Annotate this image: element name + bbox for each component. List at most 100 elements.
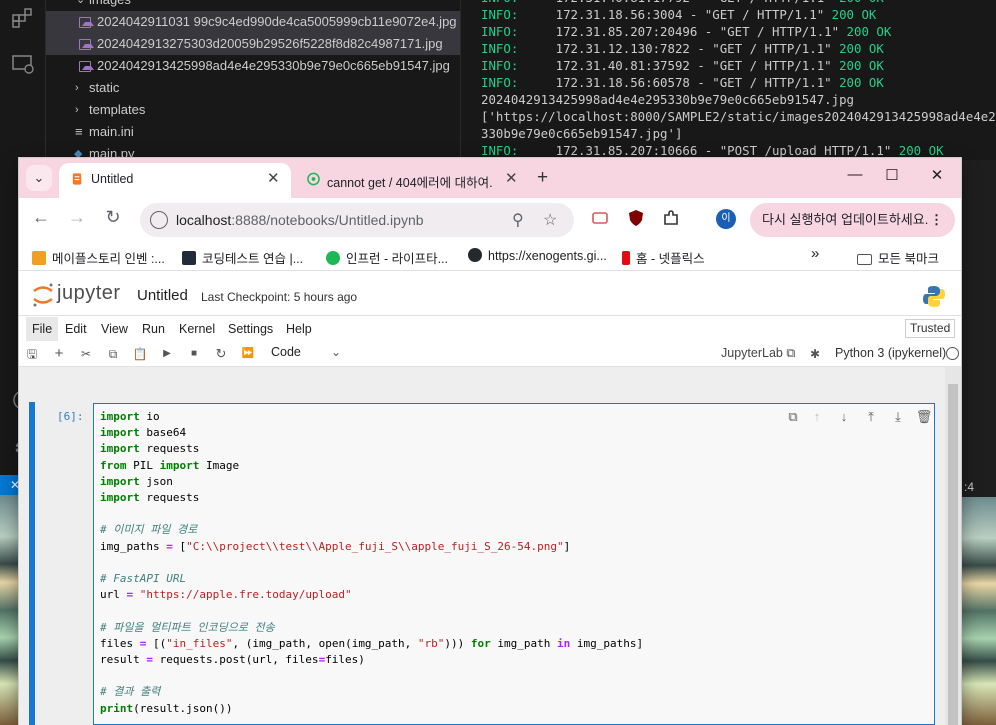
back-button[interactable]: ←: [29, 207, 53, 228]
terminal-line: INFO: 172.31.85.207:10666 - "POST /uploa…: [481, 142, 944, 159]
cut-icon[interactable]: ✂: [77, 345, 95, 363]
more-menu-icon[interactable]: ⋮: [930, 203, 943, 237]
bookmark-item[interactable]: https://xenogents.gi...: [468, 248, 607, 263]
code-token: , (img_path, open(img_path,: [232, 636, 418, 650]
debugger-bug-icon[interactable]: ✱: [806, 345, 824, 363]
restart-icon[interactable]: ↻: [212, 345, 230, 363]
jupyter-header: jupyter Untitled Last Checkpoint: 5 hour…: [19, 272, 961, 316]
tree-file-image-2[interactable]: 2024042913275303d20059b29526f5228f8d82c4…: [46, 33, 460, 55]
url-text[interactable]: localhost:8888/notebooks/Untitled.ipynb: [176, 212, 424, 228]
bookmark-item[interactable]: 메이플스토리 인벤 :...: [32, 248, 165, 267]
code-line: # 이미지 파일 경로: [100, 522, 197, 538]
background-game-image-left: [0, 495, 19, 725]
menu-run[interactable]: Run: [136, 317, 171, 341]
tab-untitled[interactable]: Untitled ✕: [59, 163, 291, 198]
menu-file[interactable]: File: [26, 317, 59, 341]
notebook-scrollbar[interactable]: [945, 367, 961, 725]
move-up-icon[interactable]: ↑: [808, 409, 826, 424]
close-tab-icon[interactable]: ✕: [505, 169, 518, 187]
terminal-line: ['https://localhost:8000/SAMPLE2/static/…: [481, 108, 996, 125]
site-info-icon[interactable]: [150, 211, 168, 229]
close-tab-icon[interactable]: ✕: [267, 169, 280, 187]
menu-kernel[interactable]: Kernel: [173, 317, 221, 341]
log-text: 2024042913425998ad4e4e295330b9e79e0c665e…: [481, 92, 854, 107]
code-token: requests: [139, 442, 200, 456]
insert-below-icon[interactable]: ⤓: [889, 409, 907, 425]
save-icon[interactable]: 🖫: [23, 345, 41, 363]
add-cell-icon[interactable]: +: [50, 345, 68, 363]
close-window-button[interactable]: ✕: [927, 166, 947, 184]
code-token: for: [470, 636, 491, 650]
update-relaunch-button[interactable]: 다시 실행하여 업데이트하세요. ⋮: [750, 203, 955, 237]
code-token: import: [100, 410, 140, 423]
bookmark-item[interactable]: 홈 - 넷플릭스: [622, 248, 705, 267]
cell-collapser[interactable]: [29, 402, 35, 725]
menu-help[interactable]: Help: [280, 317, 318, 341]
jupyter-logo-icon[interactable]: [31, 282, 55, 308]
forward-button[interactable]: →: [65, 207, 89, 228]
zoom-search-icon[interactable]: ⚲: [512, 210, 524, 230]
bookmark-star-icon[interactable]: ☆: [543, 210, 557, 230]
extensions-icon[interactable]: [11, 6, 35, 30]
scrollbar-thumb[interactable]: [948, 384, 958, 725]
code-line: import requests: [100, 490, 199, 506]
move-down-icon[interactable]: ↓: [835, 409, 853, 424]
tab-404-post[interactable]: cannot get / 404에러에 대하여. ✕: [295, 163, 527, 198]
run-icon[interactable]: ▶: [158, 345, 176, 363]
tree-folder-images[interactable]: ⌄ images: [46, 0, 460, 11]
code-token: # FastAPI URL: [100, 572, 187, 585]
profile-avatar[interactable]: 이: [716, 209, 736, 229]
address-bar[interactable]: localhost:8888/notebooks/Untitled.ipynb …: [140, 203, 574, 237]
bookmark-item[interactable]: 코딩테스트 연습 |...: [182, 248, 303, 267]
trusted-indicator[interactable]: Trusted: [905, 319, 956, 338]
bookmark-item[interactable]: 인프런 - 라이프타...: [326, 248, 448, 267]
code-token: url: [100, 588, 127, 602]
terminal-line: INFO: 172.31.40.81:37592 - "GET / HTTP/1…: [481, 57, 884, 74]
vscode-explorer: ⌄ images 2024042911031 99c9c4ed990de4ca5…: [46, 0, 460, 161]
menu-view[interactable]: View: [95, 317, 134, 341]
code-line: import json: [100, 474, 173, 490]
tree-file-image-3[interactable]: 2024042913425998ad4e4e295330b9e79e0c665e…: [46, 55, 460, 77]
reload-button[interactable]: ↻: [101, 207, 125, 228]
minimize-button[interactable]: —: [845, 166, 865, 183]
cell-type-select[interactable]: Code: [271, 345, 301, 359]
stop-icon[interactable]: ■: [185, 345, 203, 363]
tree-folder-static[interactable]: › static: [46, 77, 460, 99]
bookmarks-overflow-button[interactable]: »: [811, 245, 819, 262]
duplicate-cell-icon[interactable]: ⧉: [784, 409, 802, 425]
insert-above-icon[interactable]: ⤒: [862, 409, 880, 425]
cast-extension-icon[interactable]: [591, 209, 609, 227]
ublock-extension-icon[interactable]: [627, 209, 645, 227]
kernel-name[interactable]: Python 3 (ipykernel): [835, 346, 946, 360]
code-token: in: [557, 636, 571, 650]
tree-file-main-ini[interactable]: ≡ main.ini: [46, 121, 460, 143]
open-jupyterlab-link[interactable]: JupyterLab ⧉: [721, 346, 795, 361]
code-token: (result.json()): [133, 701, 233, 715]
delete-cell-icon[interactable]: 🗑: [915, 409, 933, 425]
status-bar-fragment: :4: [960, 477, 996, 497]
code-token: from: [100, 458, 127, 472]
all-bookmarks-button[interactable]: 모든 북마크: [857, 248, 939, 267]
tab-search-button[interactable]: ⌄: [26, 165, 52, 191]
chevron-down-icon[interactable]: ⌄: [331, 345, 341, 359]
extensions-puzzle-icon[interactable]: [662, 209, 680, 227]
remote-explorer-icon[interactable]: [11, 52, 35, 76]
paste-icon[interactable]: 📋: [131, 345, 149, 363]
menu-edit[interactable]: Edit: [59, 317, 93, 341]
vscode-terminal[interactable]: INFO: 172.31.40.81:17792 - "GET / HTTP/1…: [460, 0, 996, 160]
log-text: 172.31.85.207:10666 - "POST /upload HTTP…: [518, 143, 899, 158]
copy-icon[interactable]: ⧉: [104, 345, 122, 363]
fast-forward-icon[interactable]: ⏩: [239, 345, 257, 363]
notebook-name[interactable]: Untitled: [137, 287, 188, 304]
code-token: import: [100, 474, 140, 488]
folder-icon: [857, 254, 872, 265]
tree-file-image-1[interactable]: 2024042911031 99c9c4ed990de4ca5005999cb1…: [46, 11, 460, 33]
new-tab-button[interactable]: +: [537, 167, 548, 189]
menu-settings[interactable]: Settings: [222, 317, 279, 341]
code-cell-editor[interactable]: ⧉ ↑ ↓ ⤒ ⤓ 🗑 import io import base64 import…: [93, 403, 935, 725]
maximize-button[interactable]: ☐: [882, 166, 902, 184]
code-token: ]: [563, 539, 571, 553]
tree-folder-templates[interactable]: › templates: [46, 99, 460, 121]
jupyter-wordmark[interactable]: jupyter: [57, 282, 121, 305]
